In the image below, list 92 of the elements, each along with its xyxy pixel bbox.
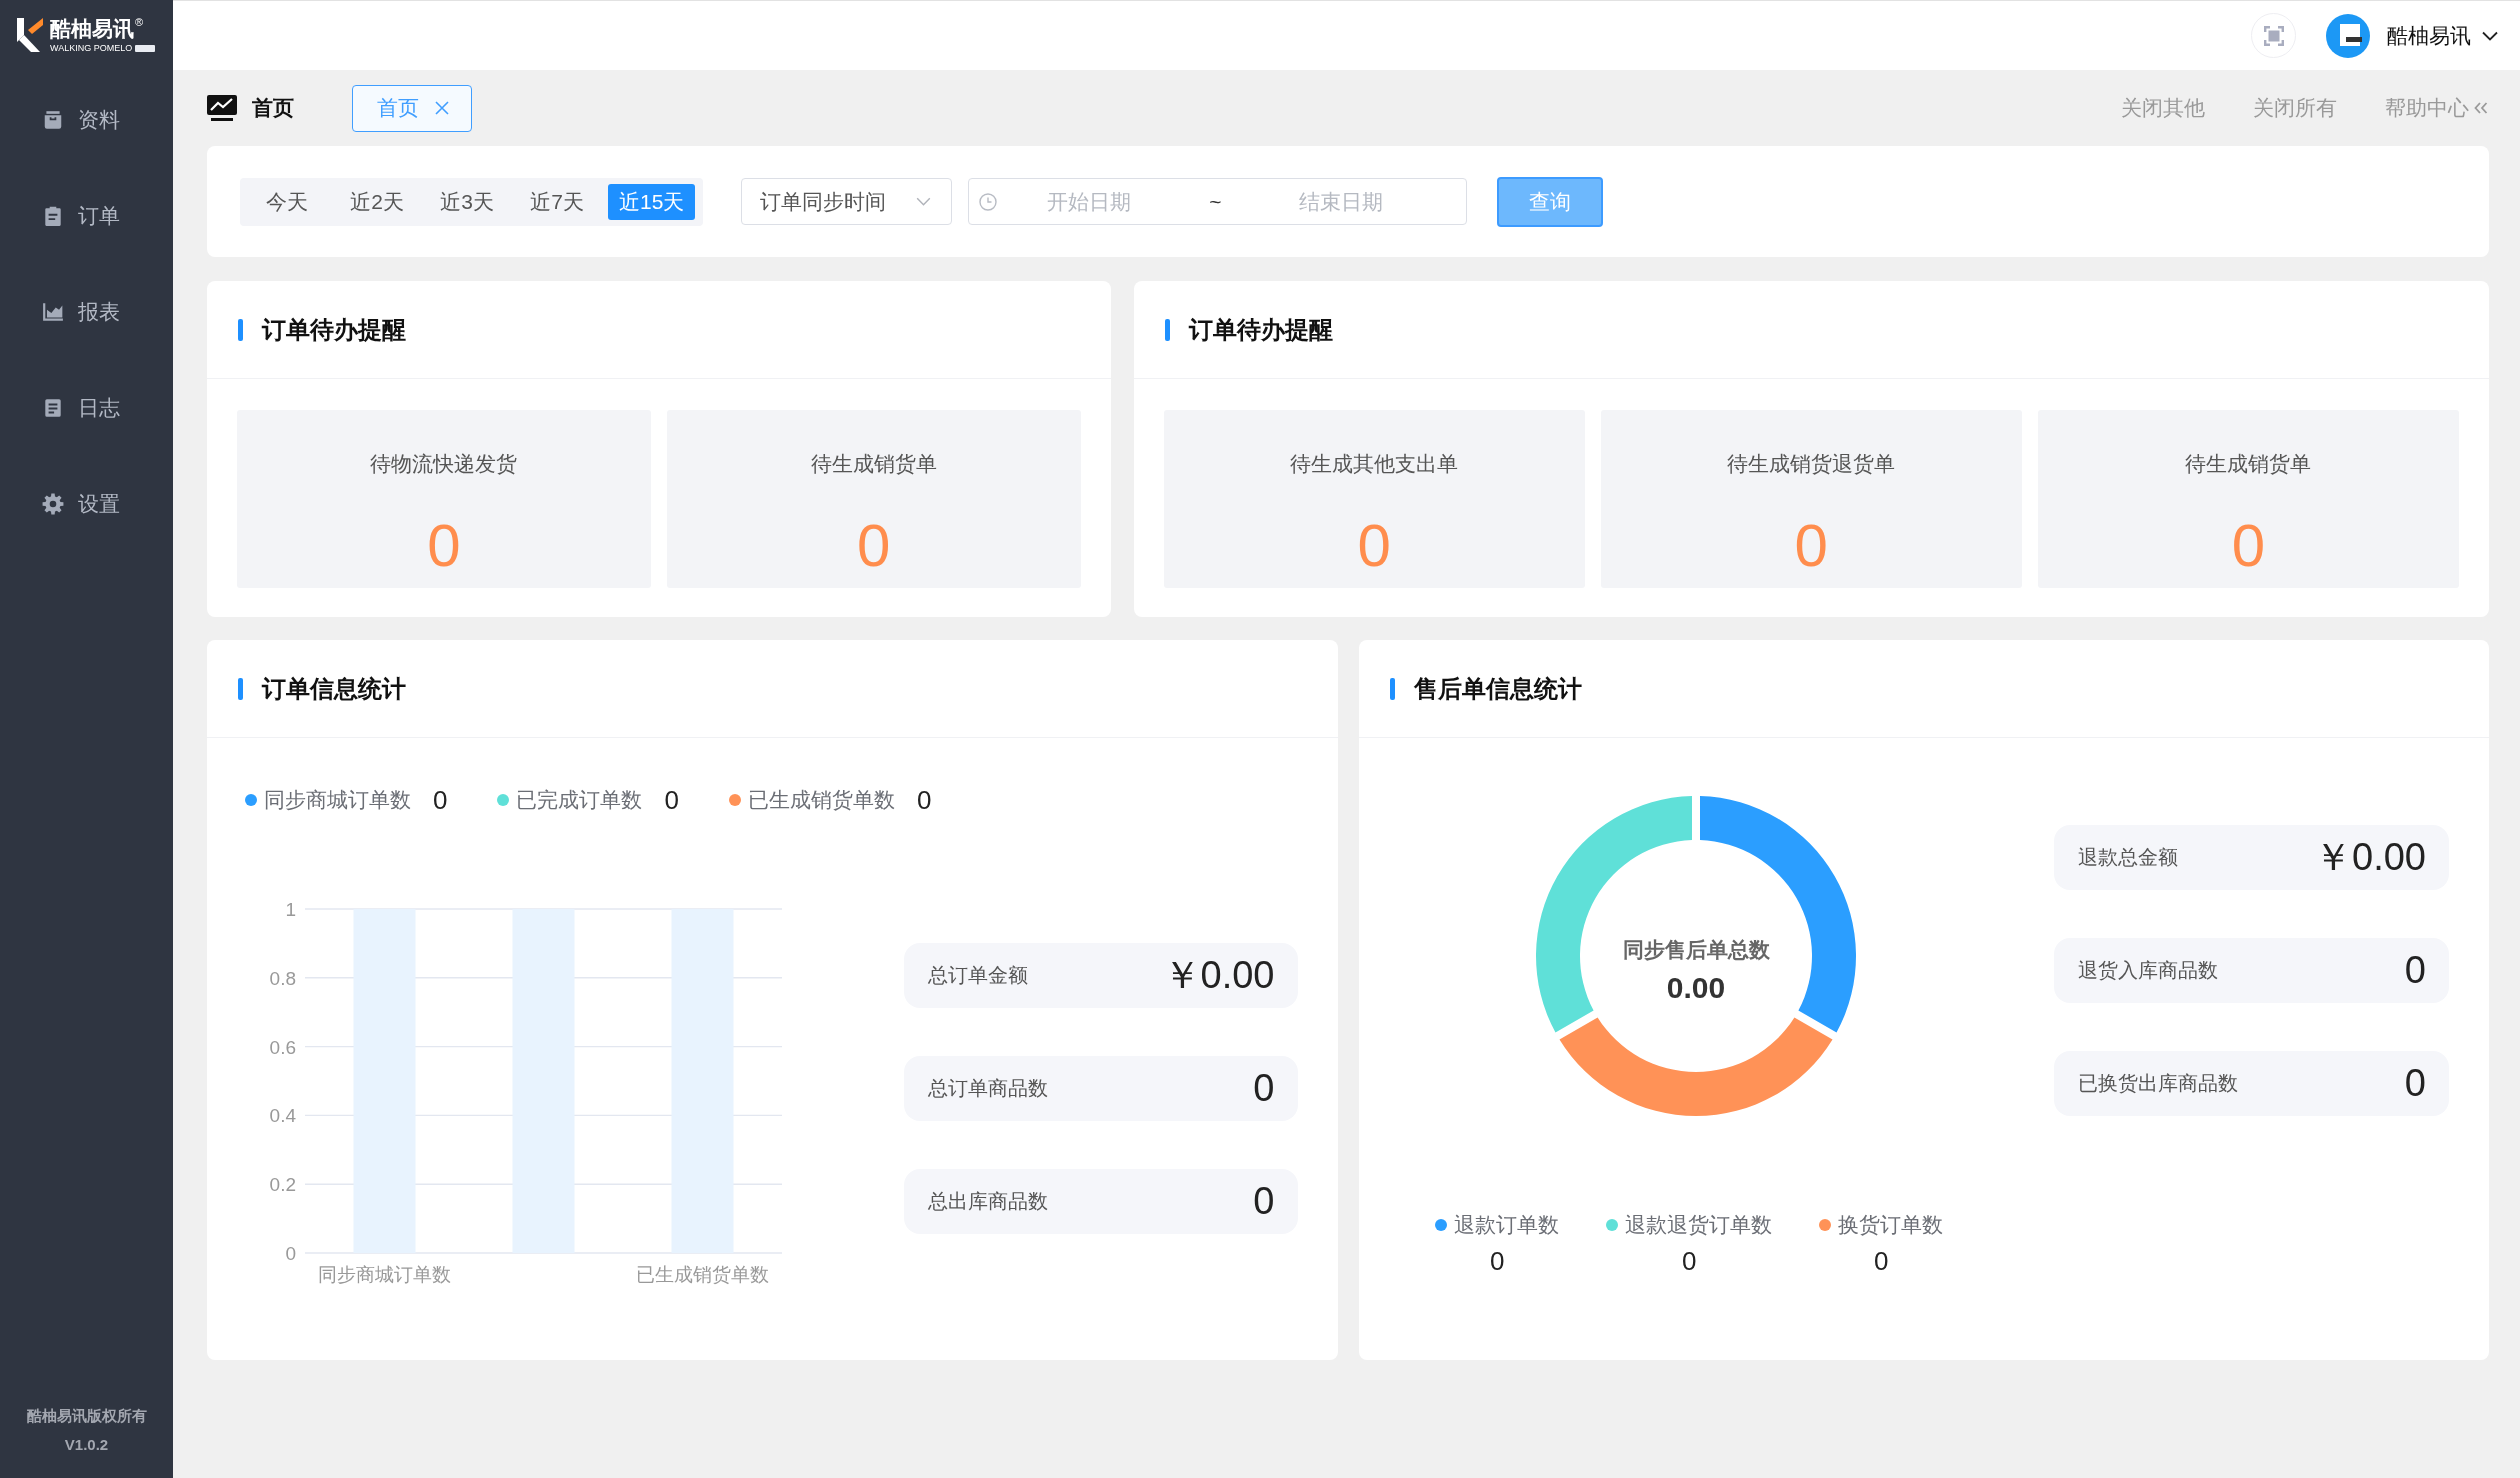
gear-icon bbox=[42, 493, 64, 515]
stat-value: 0 bbox=[857, 511, 891, 581]
sidebar-item[interactable]: 报表 bbox=[42, 292, 120, 332]
axis-category-label: 同步商城订单数 bbox=[318, 1264, 451, 1285]
card-title: 订单待办提醒 bbox=[1188, 314, 1333, 345]
stat-tile[interactable]: 待生成销货退货单 0 bbox=[1600, 410, 2022, 588]
title-marker-icon bbox=[238, 677, 243, 700]
legend-value: 0 bbox=[433, 785, 448, 815]
date-separator: ~ bbox=[1208, 189, 1223, 214]
legend-label: 已完成订单数 bbox=[516, 787, 643, 813]
total-label: 总订单金额 bbox=[927, 963, 1028, 988]
stat-label: 待生成销货单 bbox=[2185, 451, 2312, 477]
clipboard-icon bbox=[42, 205, 64, 227]
tagline-badge-icon bbox=[135, 44, 156, 52]
fullscreen-icon bbox=[2262, 24, 2285, 47]
total-value: 0 bbox=[2404, 1062, 2426, 1105]
stat-label: 待生成其他支出单 bbox=[1290, 451, 1459, 477]
card-title: 订单信息统计 bbox=[262, 673, 406, 704]
range-button[interactable]: 近2天 bbox=[338, 183, 416, 220]
logo-tagline: WALKING POMELO bbox=[50, 42, 133, 54]
sidebar-item[interactable]: 资料 bbox=[42, 100, 120, 140]
area-chart-icon bbox=[42, 301, 64, 323]
registered-mark: ® bbox=[135, 16, 144, 28]
chevron-down-icon bbox=[916, 197, 932, 206]
page-title: 首页 bbox=[252, 95, 294, 121]
sidebar-item[interactable]: 设置 bbox=[42, 484, 120, 524]
stat-label: 待生成销货单 bbox=[810, 451, 937, 477]
stat-label: 待物流快递发货 bbox=[370, 451, 518, 477]
card-title: 售后单信息统计 bbox=[1413, 673, 1582, 704]
clock-icon bbox=[979, 192, 998, 211]
end-date-input[interactable]: 结束日期 bbox=[1256, 189, 1427, 214]
legend-label: 同步商城订单数 bbox=[264, 787, 411, 813]
time-field-select[interactable]: 订单同步时间 bbox=[741, 178, 953, 225]
legend-value: 0 bbox=[1490, 1245, 1505, 1278]
total-value: 0 bbox=[1253, 1067, 1275, 1110]
legend-label: 退款订单数 bbox=[1454, 1212, 1560, 1238]
total-label: 退款总金额 bbox=[2078, 845, 2178, 870]
legend-value: 0 bbox=[1682, 1245, 1697, 1278]
legend-value: 0 bbox=[1874, 1245, 1889, 1278]
avatar-icon[interactable] bbox=[2326, 13, 2370, 58]
total-label: 总出库商品数 bbox=[927, 1189, 1048, 1214]
version-text: V1.0.2 bbox=[64, 1435, 109, 1455]
card-title: 订单待办提醒 bbox=[262, 314, 406, 345]
range-button[interactable]: 近7天 bbox=[518, 183, 596, 220]
axis-tick-label: 0 bbox=[285, 1243, 296, 1264]
total-value: 0 bbox=[2404, 949, 2426, 992]
stat-tile[interactable]: 待生成其他支出单 0 bbox=[1163, 410, 1585, 588]
axis-tick-label: 0.4 bbox=[269, 1105, 296, 1127]
user-name[interactable]: 酷柚易讯 bbox=[2387, 21, 2471, 50]
double-chevron-left-icon bbox=[2474, 102, 2488, 114]
donut-center-value: 0.00 bbox=[1667, 971, 1726, 1004]
logo-name: 酷柚易讯 bbox=[50, 16, 134, 41]
title-marker-icon bbox=[1389, 677, 1395, 700]
total-label: 已换货出库商品数 bbox=[2078, 1071, 2238, 1096]
stat-tile[interactable]: 待生成销货单 0 bbox=[666, 410, 1081, 588]
stat-value: 0 bbox=[427, 511, 461, 581]
axis-category-label: 已生成销货单数 bbox=[636, 1264, 769, 1285]
logo-icon bbox=[16, 17, 44, 53]
stat-value: 0 bbox=[1794, 511, 1828, 581]
title-marker-icon bbox=[238, 318, 243, 341]
box-icon bbox=[42, 109, 64, 131]
total-value: ￥0.00 bbox=[1162, 953, 1275, 998]
total-label: 总订单商品数 bbox=[927, 1076, 1048, 1101]
stat-label: 待生成销货退货单 bbox=[1727, 451, 1896, 477]
donut-center-label: 同步售后单总数 bbox=[1622, 938, 1770, 961]
total-value: ￥0.00 bbox=[2314, 835, 2426, 880]
chevron-down-icon[interactable] bbox=[2482, 30, 2498, 41]
document-icon bbox=[42, 397, 64, 419]
axis-tick-label: 0.8 bbox=[269, 967, 296, 989]
copyright-text: 酷柚易讯版权所有 bbox=[26, 1406, 147, 1426]
total-label: 退货入库商品数 bbox=[2078, 958, 2218, 983]
stat-tile[interactable]: 待生成销货单 0 bbox=[2037, 410, 2459, 588]
legend-label: 已生成销货单数 bbox=[747, 787, 895, 813]
start-date-input[interactable]: 开始日期 bbox=[1004, 189, 1175, 214]
title-marker-icon bbox=[1164, 318, 1170, 341]
axis-tick-label: 0.2 bbox=[269, 1174, 296, 1196]
total-value: 0 bbox=[1253, 1180, 1275, 1223]
stat-value: 0 bbox=[2231, 511, 2266, 581]
stat-value: 0 bbox=[1357, 511, 1391, 581]
sidebar-item[interactable]: 订单 bbox=[42, 196, 120, 236]
close-icon[interactable] bbox=[435, 101, 449, 115]
axis-tick-label: 0.6 bbox=[269, 1036, 296, 1058]
legend-label: 换货订单数 bbox=[1838, 1212, 1944, 1238]
range-button[interactable]: 今天 bbox=[248, 183, 326, 220]
legend-value: 0 bbox=[916, 785, 932, 815]
stat-tile[interactable]: 待物流快递发货 0 bbox=[237, 410, 651, 588]
range-button[interactable]: 近3天 bbox=[428, 183, 506, 220]
axis-tick-label: 1 bbox=[285, 899, 296, 920]
legend-value: 0 bbox=[664, 785, 679, 815]
legend-label: 退款退货订单数 bbox=[1625, 1212, 1773, 1238]
sidebar-item[interactable]: 日志 bbox=[42, 388, 120, 428]
line-chart-icon bbox=[207, 94, 237, 122]
